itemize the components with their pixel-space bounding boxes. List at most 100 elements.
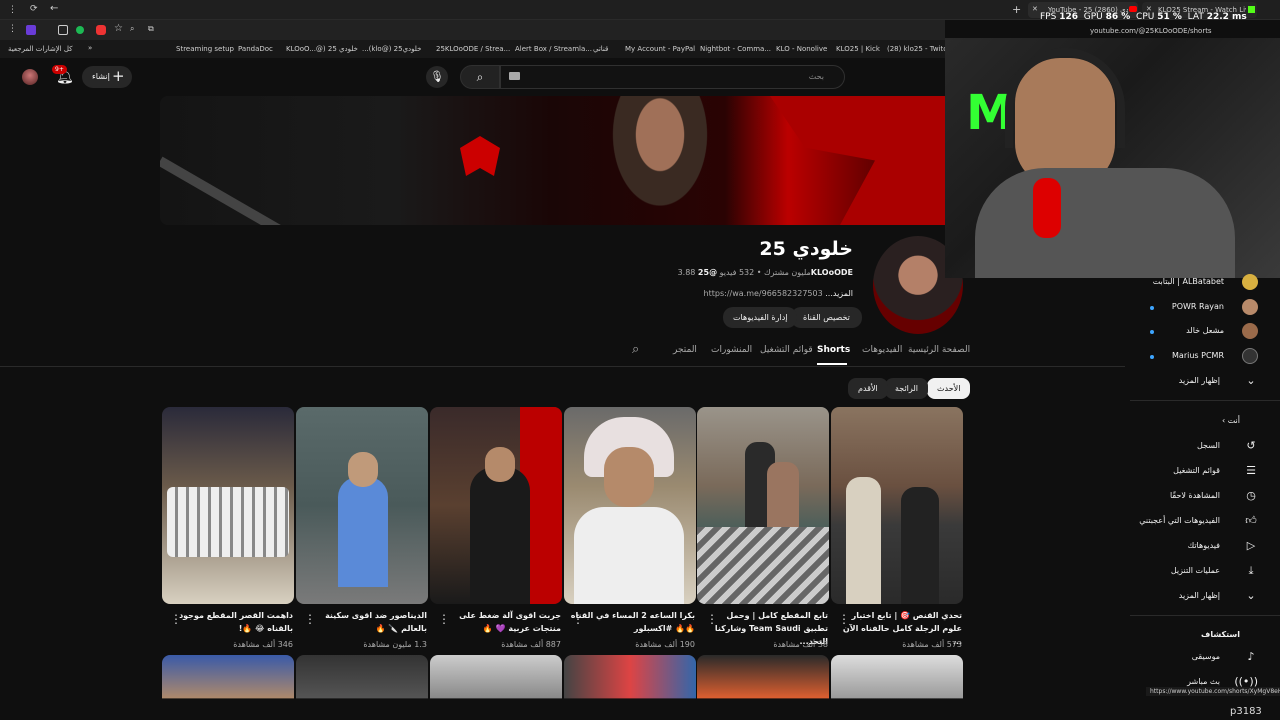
bookmark-item[interactable]: Nightbot - Comma... <box>700 45 771 53</box>
share-icon[interactable]: ⧉ <box>148 24 154 34</box>
address-bar[interactable]: youtube.com/@25KLOoODE/shorts <box>1090 27 1212 35</box>
short-thumbnail[interactable] <box>430 655 562 699</box>
more-options-icon[interactable]: ⋮ <box>438 612 450 626</box>
channel-link[interactable]: https://wa.me/966582327503 <box>704 289 823 298</box>
person-robe <box>574 507 684 604</box>
channel-more[interactable]: ...المزيد <box>825 289 853 298</box>
manage-videos-button[interactable]: إدارة الفيديوهات <box>723 307 798 328</box>
you-section-header[interactable]: أنت › <box>1130 411 1260 433</box>
sidebar-item-watch-later[interactable]: ◷ المشاهدة لاحقًا <box>1130 486 1260 508</box>
sidebar-item-history[interactable]: ↺ السجل <box>1130 436 1260 458</box>
short-thumbnail[interactable] <box>296 407 428 604</box>
short-title[interactable]: داهمت القصر المقطع موجود بالقناه 😂 🔥! <box>168 609 293 635</box>
bookmarks-overflow-icon[interactable]: » <box>88 44 92 52</box>
short-thumbnail[interactable] <box>831 655 963 699</box>
search-input[interactable]: بحث <box>500 65 845 89</box>
short-thumbnail[interactable] <box>430 407 562 604</box>
playlist-icon: ☰ <box>1246 464 1256 477</box>
sidebar-item-label: فيديوهاتك <box>1187 541 1220 550</box>
back-icon[interactable]: ← <box>50 3 58 14</box>
short-thumbnail[interactable] <box>162 655 294 699</box>
video-icon: ▷ <box>1246 539 1256 552</box>
streamer-hoodie <box>975 168 1235 278</box>
more-options-icon[interactable]: ⋮ <box>572 612 584 626</box>
sidebar-item-music[interactable]: ♪ موسيقى <box>1130 647 1260 669</box>
sidebar-item-show-more[interactable]: ⌄ إظهار المزيد <box>1130 586 1260 608</box>
short-thumbnail[interactable] <box>697 655 829 699</box>
more-options-icon[interactable]: ⋮ <box>170 612 182 626</box>
bookmark-item[interactable]: PandaDoc <box>238 45 273 53</box>
sidebar-item-liked[interactable]: 👍︎ الفيديوهات التي أعجبتني <box>1130 511 1260 533</box>
short-thumbnail[interactable] <box>162 407 294 604</box>
extension-icon[interactable] <box>76 26 84 34</box>
bookmark-item[interactable]: KLOoO...@) 25 خلودي <box>286 45 358 53</box>
filter-oldest[interactable]: الأقدم <box>848 378 888 399</box>
extension-icon[interactable] <box>96 25 106 35</box>
sidebar-item-downloads[interactable]: ⤓ عمليات التنزيل <box>1130 561 1260 583</box>
sidebar-item-label: السجل <box>1196 441 1220 450</box>
short-title[interactable]: الديناصور ضد اقوى سكينة بالعالم 🔪 🔥 <box>302 609 427 635</box>
microphone-stand <box>1033 178 1061 238</box>
avatar[interactable] <box>22 69 38 85</box>
subscription-item[interactable]: مشعل خالد <box>1130 321 1260 343</box>
short-thumbnail[interactable] <box>564 407 696 604</box>
short-views: 887 ألف مشاهدة <box>501 640 561 649</box>
notifications-button[interactable]: 🔔︎ 9+ <box>52 65 76 88</box>
subscription-item[interactable]: Marius PCMR <box>1130 346 1260 368</box>
bookmark-item[interactable]: ...(klo@) 25خلودي <box>362 45 421 53</box>
bookmark-item[interactable]: (28) klo25 - Twitch <box>887 45 952 53</box>
filter-latest[interactable]: الأحدث <box>927 378 971 399</box>
create-button[interactable]: إنشاء + <box>82 66 132 88</box>
keyboard-icon[interactable] <box>509 72 520 80</box>
tab-store[interactable]: المتجر <box>673 345 697 355</box>
channel-description[interactable]: https://wa.me/966582327503 ...المزيد <box>704 289 853 298</box>
sidebar-item-playlists[interactable]: ☰ قوائم التشغيل <box>1130 461 1260 483</box>
search-page-icon[interactable]: ⌕ <box>130 24 134 34</box>
short-thumbnail[interactable] <box>564 655 696 699</box>
short-title[interactable]: جربت اقوى آلة ضغط على منتجات عربية 💜 🔥 <box>436 609 561 635</box>
bookmark-item[interactable]: Alert Box / Streamla... <box>515 45 592 53</box>
extension-icon[interactable] <box>58 25 68 35</box>
menu-icon[interactable]: ⋮ <box>8 24 17 34</box>
app-menu-icon[interactable]: ⋮ <box>8 5 17 15</box>
short-thumbnail[interactable] <box>296 655 428 699</box>
subscription-item[interactable]: POWR Rayan <box>1130 297 1260 319</box>
subscription-item[interactable]: ALBatabet | البتابت <box>1130 272 1260 294</box>
short-views: 1.3 مليون مشاهدة <box>363 640 427 649</box>
more-options-icon[interactable]: ⋮ <box>838 612 850 626</box>
subscription-name: Marius PCMR <box>1172 351 1224 360</box>
tab-videos[interactable]: الفيديوهات <box>862 345 902 355</box>
voice-search-button[interactable]: 🎙︎ <box>426 66 448 88</box>
filter-popular[interactable]: الرائجة <box>885 378 928 399</box>
bookmark-item[interactable]: Streaming setup <box>176 45 234 53</box>
bookmark-item[interactable]: KLO25 | Kick <box>836 45 880 53</box>
more-options-icon[interactable]: ⋮ <box>304 612 316 626</box>
tab-home[interactable]: الصفحة الرئيسية <box>908 345 970 355</box>
bookmark-star-icon[interactable]: ☆ <box>114 23 123 34</box>
extension-icon[interactable] <box>26 25 36 35</box>
group-figures <box>167 487 289 557</box>
tab-playlists[interactable]: قوائم التشغيل <box>760 345 813 355</box>
tab-posts[interactable]: المنشورات <box>711 345 752 355</box>
channel-search-icon[interactable]: ⌕ <box>632 342 639 357</box>
bookmark-item[interactable]: 25KLOoODE / Strea... <box>436 45 510 53</box>
sidebar-item-your-videos[interactable]: ▷ فيديوهاتك <box>1130 536 1260 558</box>
bookmark-item[interactable]: قناتي <box>593 45 608 53</box>
all-bookmarks[interactable]: كل الإشارات المرجعية <box>8 45 73 53</box>
short-thumbnail[interactable] <box>697 407 829 604</box>
performance-stats: FPS 126 GPU 86 % CPU 51 % LAT 22.2 ms <box>1040 12 1280 24</box>
person-face <box>604 447 654 507</box>
bookmark-item[interactable]: My Account - PayPal <box>625 45 695 53</box>
tab-close-icon[interactable]: ✕ <box>1032 5 1038 13</box>
sidebar-divider <box>1130 615 1280 616</box>
search-button[interactable]: ⌕ <box>460 65 500 89</box>
short-title[interactable]: بكرا الساعه 2 المساء في القناه 🔥🔥 #اكسبل… <box>570 609 695 635</box>
new-tab-button[interactable]: + <box>1012 3 1021 16</box>
tab-shorts[interactable]: Shorts <box>817 345 850 355</box>
customize-channel-button[interactable]: تخصيص القناة <box>791 307 862 328</box>
show-more-subscriptions[interactable]: ⌄ إظهار المزيد <box>1130 371 1260 393</box>
more-options-icon[interactable]: ⋮ <box>706 612 718 626</box>
short-thumbnail[interactable] <box>831 407 963 604</box>
reload-icon[interactable]: ⟳ <box>30 4 38 14</box>
bookmark-item[interactable]: KLO - Nonolive <box>776 45 827 53</box>
